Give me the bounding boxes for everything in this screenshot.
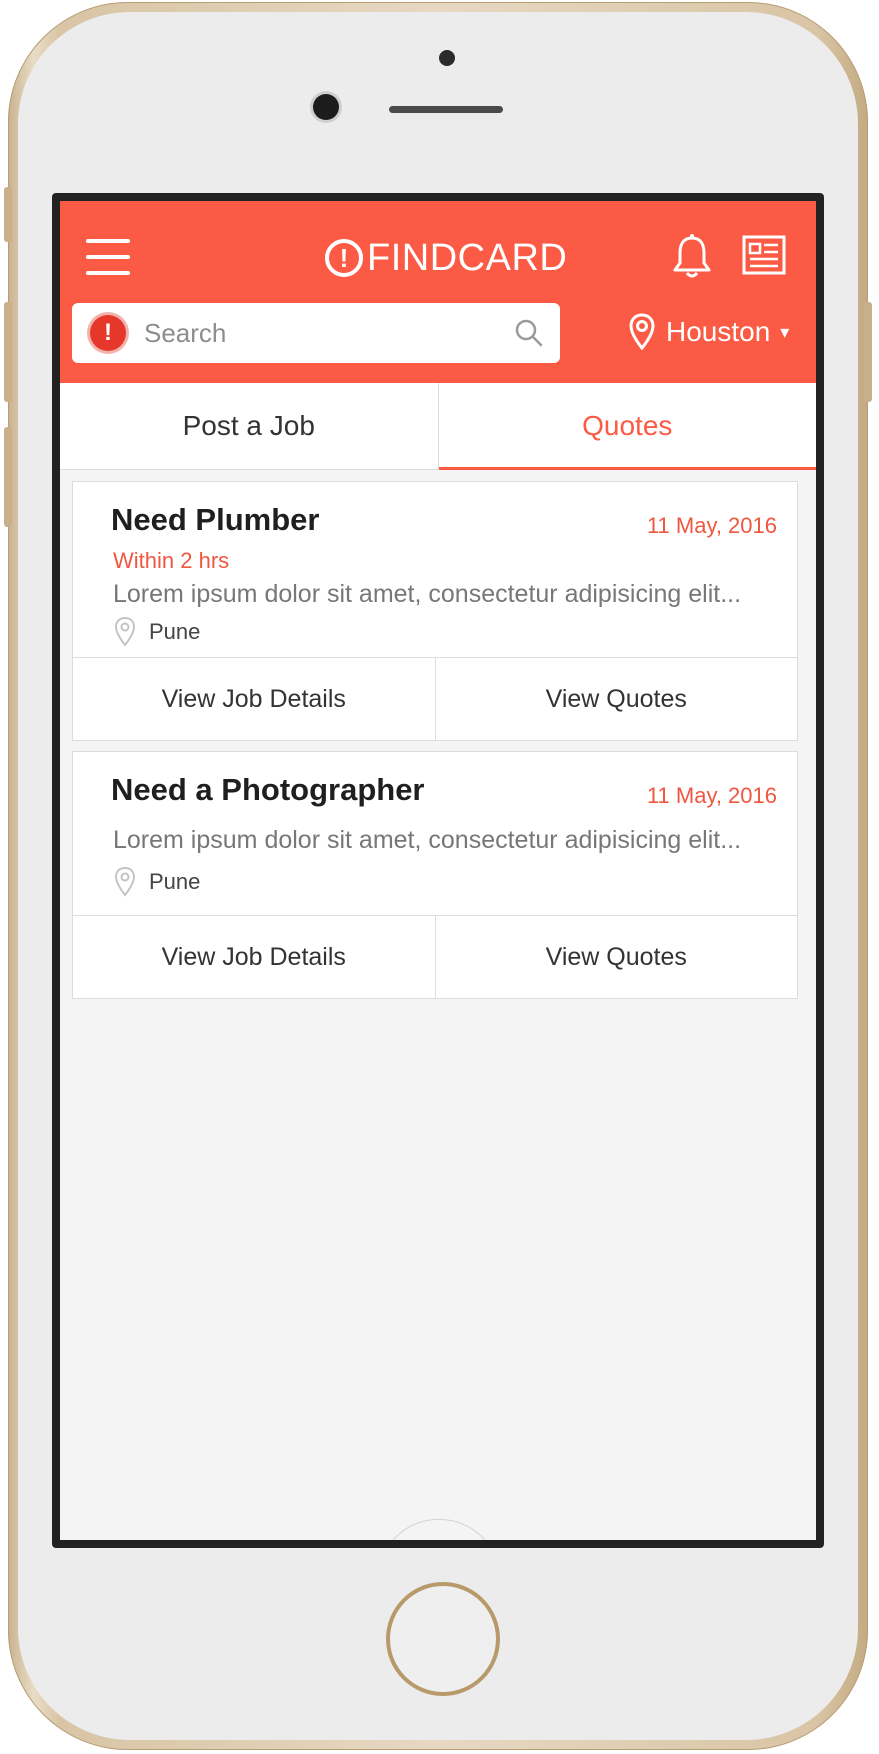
alert-icon: ! [90,315,126,351]
search-icon[interactable] [514,318,544,348]
menu-icon[interactable] [86,239,130,275]
job-title: Need Plumber [111,502,320,537]
location-selector[interactable]: Houston ▾ [628,313,789,351]
front-camera [313,94,339,120]
tab-bar: Post a Job Quotes [60,383,816,470]
proximity-sensor [439,50,455,66]
job-urgency: Within 2 hrs [113,548,230,573]
job-location: Pune [113,866,200,898]
job-card: Need a Photographer 11 May, 2016 Lorem i… [72,751,798,999]
mute-switch [4,187,12,242]
app-header: ! FINDCARD ! Search Houston ▾ [60,201,816,383]
job-date: 11 May, 2016 [646,783,777,808]
job-location-label: Pune [149,619,201,644]
job-description: Lorem ipsum dolor sit amet, consectetur … [113,826,742,854]
location-city: Houston [666,316,771,347]
job-location-label: Pune [149,869,201,894]
location-pin-icon [629,313,655,351]
search-bar[interactable]: ! Search [72,303,560,363]
job-location: Pune [113,616,200,648]
job-card-actions: View Job Details View Quotes [73,915,797,998]
home-button[interactable] [386,1582,500,1696]
chevron-down-icon: ▾ [780,321,790,342]
job-card: Need Plumber 11 May, 2016 Within 2 hrs L… [72,481,798,741]
job-card-body[interactable]: Need a Photographer 11 May, 2016 Lorem i… [73,752,797,916]
tab-quotes[interactable]: Quotes [437,383,817,470]
news-icon[interactable] [742,235,786,275]
view-job-details-button[interactable]: View Job Details [73,916,435,998]
brand-logo-icon: ! [325,239,363,277]
tab-post-a-job[interactable]: Post a Job [60,383,438,469]
view-quotes-button[interactable]: View Quotes [434,916,798,998]
volume-up-button [4,302,12,402]
job-card-body[interactable]: Need Plumber 11 May, 2016 Within 2 hrs L… [73,482,797,658]
earpiece-speaker [389,106,503,113]
location-pin-icon [114,866,136,897]
job-card-actions: View Job Details View Quotes [73,657,797,740]
view-quotes-button[interactable]: View Quotes [434,658,798,740]
brand-logo: ! FINDCARD [325,229,567,287]
app-display: ! FINDCARD ! Search Houston ▾ Post a Job… [60,201,816,1540]
job-title: Need a Photographer [111,772,425,807]
bell-icon[interactable] [672,233,712,281]
brand-name: FINDCARD [367,236,568,279]
bottom-arc-decoration [378,1519,500,1540]
job-date: 11 May, 2016 [646,513,777,538]
view-job-details-button[interactable]: View Job Details [73,658,435,740]
power-button [864,302,872,402]
volume-down-button [4,427,12,527]
search-input[interactable]: Search [144,318,514,349]
location-pin-icon [114,616,136,647]
phone-screen: ! FINDCARD ! Search Houston ▾ Post a Job… [52,193,824,1548]
job-description: Lorem ipsum dolor sit amet, consectetur … [113,580,742,608]
